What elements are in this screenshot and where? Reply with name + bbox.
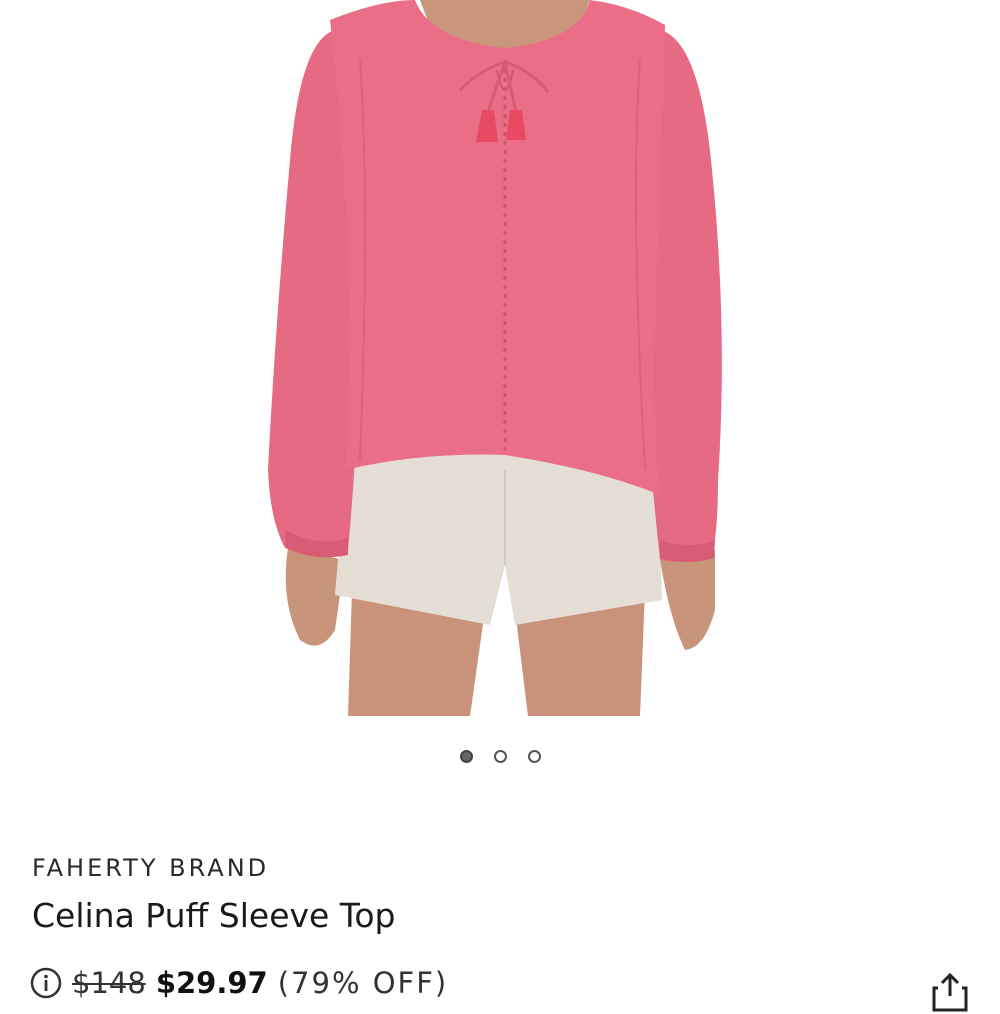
product-image[interactable] — [0, 0, 1000, 716]
product-title: Celina Puff Sleeve Top — [32, 896, 396, 935]
pager-dot-2[interactable] — [493, 750, 507, 763]
discount-badge: (79% OFF) — [277, 966, 449, 1000]
pager-dot-1[interactable] — [459, 750, 473, 763]
brand-name[interactable]: FAHERTY BRAND — [32, 854, 269, 882]
original-price: $148 — [72, 966, 146, 1000]
share-icon[interactable] — [928, 970, 972, 1014]
sale-price: $29.97 — [155, 966, 268, 1000]
info-icon[interactable] — [30, 967, 62, 999]
product-photo — [0, 0, 1000, 716]
image-pager — [0, 750, 1000, 763]
pager-dot-3[interactable] — [527, 750, 541, 763]
price-row: $148 $29.97 (79% OFF) — [30, 966, 448, 1000]
